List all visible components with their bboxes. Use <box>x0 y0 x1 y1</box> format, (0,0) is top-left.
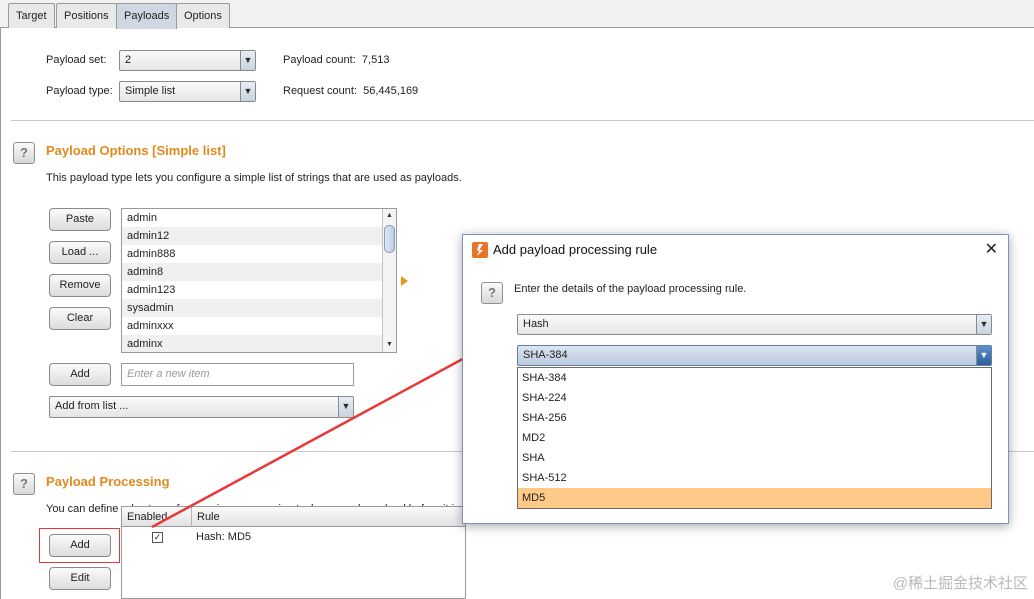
dropdown-option[interactable]: SHA-512 <box>518 468 991 488</box>
rule-type-select[interactable]: Hash ▼ <box>517 314 992 335</box>
help-icon[interactable]: ? <box>481 282 503 304</box>
dropdown-option-highlighted[interactable]: MD5 <box>518 488 991 508</box>
burp-logo-icon <box>472 242 488 258</box>
watermark: @稀土掘金技术社区 <box>892 575 1028 592</box>
dropdown-option[interactable]: SHA-224 <box>518 388 991 408</box>
close-icon[interactable]: ✕ <box>985 239 998 259</box>
annotation-arrow-line <box>151 353 471 529</box>
dialog-title: Add payload processing rule <box>493 242 658 257</box>
hash-options-dropdown[interactable]: SHA-384 SHA-224 SHA-256 MD2 SHA SHA-512 … <box>517 367 992 509</box>
dropdown-option[interactable]: SHA <box>518 448 991 468</box>
chevron-down-icon: ▼ <box>976 346 991 365</box>
dialog-instruction: Enter the details of the payload process… <box>514 283 747 295</box>
chevron-down-icon: ▼ <box>976 315 991 334</box>
dropdown-option[interactable]: SHA-256 <box>518 408 991 428</box>
dropdown-option[interactable]: SHA-384 <box>518 368 991 388</box>
rule-type-value: Hash <box>523 318 549 330</box>
dropdown-option[interactable]: MD2 <box>518 428 991 448</box>
hash-algorithm-value: SHA-384 <box>523 349 568 361</box>
hash-algorithm-select[interactable]: SHA-384 ▼ <box>517 345 992 366</box>
add-rule-dialog: Add payload processing rule ✕ ? Enter th… <box>462 234 1009 524</box>
